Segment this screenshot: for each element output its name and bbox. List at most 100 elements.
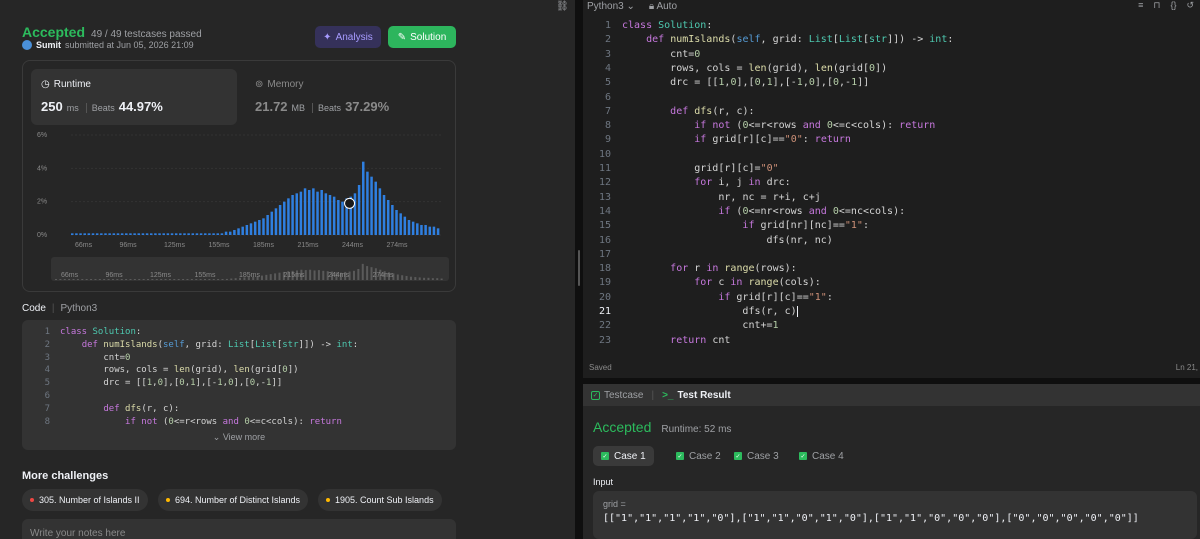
chart-bar[interactable] [224, 231, 228, 235]
chart-bar[interactable] [208, 233, 211, 235]
chart-bar[interactable] [79, 233, 82, 235]
chart-bar[interactable] [108, 233, 111, 235]
challenge-chip[interactable]: 1905. Count Sub Islands [318, 489, 442, 511]
chart-bar[interactable] [391, 205, 394, 235]
bookmark-icon[interactable]: ⊓ [1153, 0, 1160, 11]
username[interactable]: Sumit [36, 40, 61, 50]
chart-bar[interactable] [183, 233, 186, 235]
chart-bar[interactable] [278, 205, 282, 235]
runtime-tab[interactable]: ◷ Runtime 250 ms Beats 44.97% [31, 69, 237, 125]
code-line[interactable]: 11 grid[r][c]="0" [583, 162, 1200, 176]
code-line[interactable]: 4 rows, cols = len(grid), len(grid[0]) [583, 62, 1200, 76]
chart-bar[interactable] [357, 185, 361, 235]
chart-bar[interactable] [191, 233, 195, 235]
chart-bar[interactable] [312, 188, 315, 235]
chart-bar[interactable] [420, 225, 423, 235]
chart-bar[interactable] [424, 225, 427, 235]
chart-bar[interactable] [374, 181, 377, 235]
chart-bar[interactable] [266, 215, 269, 235]
memory-tab[interactable]: ⊚ Memory 21.72 MB Beats 37.29% [245, 69, 451, 125]
chart-bar[interactable] [245, 225, 249, 235]
view-more-button[interactable]: ⌄ View more [22, 432, 456, 443]
chart-bar[interactable] [328, 195, 332, 235]
code-line[interactable]: 7 def dfs(r, c): [583, 105, 1200, 119]
chart-bar[interactable] [199, 233, 203, 235]
chart-bar[interactable] [166, 233, 170, 235]
code-line[interactable]: 18 for r in range(rows): [583, 262, 1200, 276]
code-line[interactable]: 22 cnt+=1 [583, 319, 1200, 333]
chart-bar[interactable] [411, 221, 415, 235]
splitter-handle[interactable] [578, 250, 580, 286]
chart-bar[interactable] [370, 176, 373, 235]
chart-bar[interactable] [332, 196, 336, 235]
chart-bar[interactable] [233, 230, 236, 235]
code-line[interactable]: 13 nr, nc = r+i, c+j [583, 191, 1200, 205]
reset-icon[interactable]: ↺ [1186, 0, 1194, 11]
chart-bar[interactable] [137, 233, 141, 235]
chart-bar[interactable] [291, 195, 294, 235]
chart-bar[interactable] [174, 233, 178, 235]
notes-input[interactable] [22, 519, 456, 539]
chart-bar[interactable] [104, 233, 107, 235]
language-selector[interactable]: Python3 ⌄ [587, 1, 635, 12]
chart-bar[interactable] [324, 193, 328, 235]
chart-bar[interactable] [366, 171, 369, 235]
chart-bar[interactable] [133, 233, 136, 235]
chart-bar[interactable] [149, 233, 153, 235]
challenge-chip[interactable]: 305. Number of Islands II [22, 489, 148, 511]
chart-bar[interactable] [399, 213, 402, 235]
link-icon[interactable]: ⛓ [556, 1, 569, 12]
code-line[interactable]: 9 if grid[r][c]=="0": return [583, 133, 1200, 147]
code-line[interactable]: 10 [583, 148, 1200, 162]
tab-testcase[interactable]: ✓ Testcase [591, 390, 643, 401]
code-line[interactable]: 5 drc = [[1,0],[0,1],[-1,0],[0,-1]] [583, 76, 1200, 90]
challenge-chip[interactable]: 694. Number of Distinct Islands [158, 489, 309, 511]
chart-bar[interactable] [386, 200, 390, 235]
chart-bar[interactable] [145, 233, 149, 235]
case-tab[interactable]: ✓ Case 1 [593, 446, 654, 466]
chart-bar[interactable] [241, 226, 244, 235]
chart-bar[interactable] [362, 161, 365, 235]
chart-bar[interactable] [428, 226, 432, 235]
chart-bar[interactable] [436, 228, 440, 235]
chart-bar[interactable] [395, 210, 398, 235]
code-line[interactable]: 17 [583, 248, 1200, 262]
chart-bar[interactable] [341, 201, 344, 235]
code-line[interactable]: 19 for c in range(cols): [583, 276, 1200, 290]
chart-bar[interactable] [287, 198, 290, 235]
code-line[interactable]: 8 if not (0<=r<rows and 0<=c<cols): retu… [583, 119, 1200, 133]
chart-bar[interactable] [228, 231, 232, 235]
chart-bar[interactable] [100, 233, 103, 235]
chart-bar[interactable] [216, 233, 219, 235]
code-line[interactable]: 12 for i, j in drc: [583, 176, 1200, 190]
code-line[interactable]: 2 def numIslands(self, grid: List[List[s… [583, 33, 1200, 47]
chart-bar[interactable] [403, 216, 407, 235]
chart-bar[interactable] [195, 233, 199, 235]
chart-bar[interactable] [125, 233, 128, 235]
chart-bar[interactable] [416, 223, 419, 235]
case-tab[interactable]: ✓ Case 3 [726, 446, 787, 466]
chart-bar[interactable] [262, 218, 265, 235]
chart-bar[interactable] [258, 220, 261, 235]
code-editor[interactable]: Python3 ⌄ 🔒︎ Auto ≡ ⊓ {} ↺ 1 class Soluti… [583, 0, 1200, 378]
chart-bar[interactable] [87, 233, 91, 235]
case-tab[interactable]: ✓ Case 2 [668, 446, 729, 466]
code-line[interactable]: 16 dfs(nr, nc) [583, 234, 1200, 248]
format-icon[interactable]: ≡ [1138, 0, 1143, 11]
code-line[interactable]: 3 cnt=0 [583, 48, 1200, 62]
chart-bar[interactable] [353, 193, 357, 235]
chart-bar[interactable] [116, 233, 120, 235]
code-line[interactable]: 23 return cnt [583, 334, 1200, 348]
code-line[interactable]: 1 class Solution: [583, 19, 1200, 33]
chart-bar[interactable] [112, 233, 116, 235]
chart-bar[interactable] [71, 233, 74, 235]
auto-mode[interactable]: 🔒︎ Auto [649, 1, 677, 12]
braces-icon[interactable]: {} [1170, 0, 1176, 11]
chart-bar[interactable] [320, 190, 323, 235]
code-line[interactable]: 21 dfs(r, c) [583, 305, 1200, 319]
chart-bar[interactable] [91, 233, 95, 235]
avatar[interactable] [22, 40, 32, 50]
runtime-distribution-chart[interactable]: 6% 4% 2% 0% 66ms 96ms 125ms 155ms 185ms 215ms 244m… [31, 127, 451, 285]
chart-bar[interactable] [83, 233, 86, 235]
chart-bar[interactable] [220, 233, 224, 235]
